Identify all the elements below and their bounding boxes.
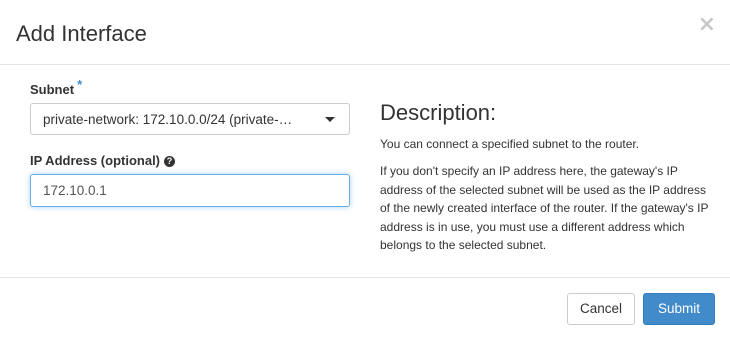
- subnet-select[interactable]: private-network: 172.10.0.0/24 (private-…: [30, 103, 350, 135]
- caret-down-icon: [325, 117, 335, 122]
- dialog-header: Add Interface ×: [0, 0, 730, 65]
- dialog-footer: Cancel Submit: [0, 277, 730, 340]
- submit-button[interactable]: Submit: [643, 293, 715, 325]
- cancel-button[interactable]: Cancel: [567, 293, 635, 325]
- description-text-1: You can connect a specified subnet to th…: [380, 137, 640, 151]
- dialog-title: Add Interface: [16, 21, 147, 46]
- ip-address-label-row: IP Address (optional)?: [30, 153, 176, 169]
- close-icon[interactable]: ×: [698, 14, 716, 36]
- dialog-body: Subnet * private-network: 172.10.0.0/24 (…: [0, 65, 730, 277]
- description-text-2: If you don't specify an IP address here,…: [380, 164, 709, 252]
- required-asterisk: *: [77, 77, 83, 92]
- subnet-selected-value: private-network: 172.10.0.0/24 (private-…: [43, 112, 293, 127]
- ip-address-label: IP Address (optional): [30, 153, 161, 168]
- ip-address-input[interactable]: [30, 174, 350, 207]
- question-circle-icon[interactable]: ?: [164, 156, 176, 167]
- add-interface-dialog: Add Interface × Subnet * private-network:…: [0, 0, 730, 340]
- description-title: Description:: [380, 100, 497, 125]
- subnet-label: Subnet: [30, 82, 75, 97]
- subnet-label-row: Subnet *: [30, 77, 82, 98]
